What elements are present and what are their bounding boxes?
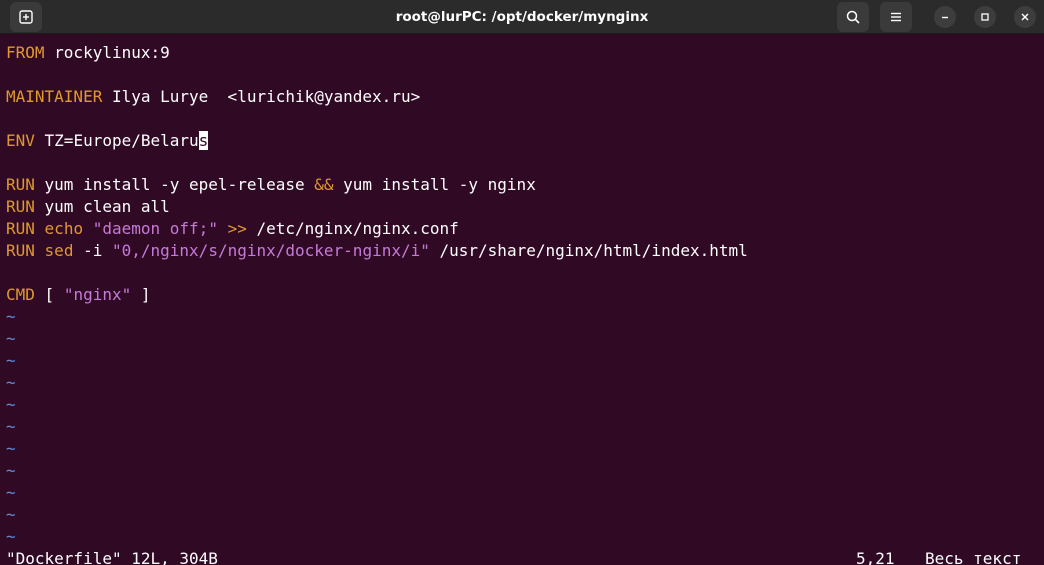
editor-line: RUN yum install -y epel-release && yum i… [6, 174, 536, 196]
empty-line-marker: ~ [6, 461, 16, 480]
line-text: [ [34, 285, 64, 304]
keyword: ENV [6, 131, 35, 150]
line-text [83, 219, 93, 238]
empty-line-marker: ~ [6, 505, 16, 524]
editor-line: MAINTAINER Ilya Lurye <lurichik@yandex.r… [6, 86, 420, 108]
status-file-info: "Dockerfile" 12L, 304B [6, 549, 218, 565]
editor-line: ENV TZ=Europe/Belarus [6, 130, 209, 152]
minimize-icon [942, 16, 948, 19]
empty-line-marker: ~ [6, 527, 16, 546]
line-text: rockylinux:9 [44, 43, 170, 62]
close-icon [1021, 13, 1029, 21]
keyword: RUN [6, 175, 35, 194]
status-scroll-position: Весь текст [925, 549, 1022, 565]
line-text: TZ=Europe/Belaru [34, 131, 199, 150]
operator: && [314, 175, 334, 194]
line-text [218, 219, 228, 238]
empty-line-marker: ~ [6, 395, 16, 414]
string-literal: "nginx" [63, 285, 132, 304]
status-cursor-position: 5,21 [856, 549, 895, 565]
hamburger-menu-icon [891, 12, 901, 22]
keyword: FROM [6, 43, 45, 62]
editor-line: RUN sed -i "0,/nginx/s/nginx/docker-ngin… [6, 240, 748, 262]
editor-line: RUN yum clean all [6, 196, 170, 218]
line-text: Ilya Lurye <lurichik@yandex.ru> [102, 87, 421, 106]
line-text: -i [73, 241, 112, 260]
line-text: /usr/share/nginx/html/index.html [429, 241, 748, 260]
empty-line-marker: ~ [6, 351, 16, 370]
editor-line: RUN echo "daemon off;" >> /etc/nginx/ngi… [6, 218, 459, 240]
header-bar: root@lurPC: /opt/docker/mynginx [0, 0, 1044, 34]
search-icon [846, 10, 860, 24]
line-text: yum install -y nginx [333, 175, 536, 194]
keyword: MAINTAINER [6, 87, 103, 106]
maximize-icon [981, 13, 989, 21]
empty-line-marker: ~ [6, 373, 16, 392]
editor-line: CMD [ "nginx" ] [6, 284, 151, 306]
keyword: RUN [6, 197, 35, 216]
empty-line-marker: ~ [6, 329, 16, 348]
line-text: yum clean all [34, 197, 170, 216]
new-tab-icon [19, 10, 33, 24]
operator: >> [227, 219, 247, 238]
text-cursor: s [198, 131, 209, 150]
empty-line-marker: ~ [6, 307, 16, 326]
close-button[interactable] [1014, 6, 1036, 28]
keyword: RUN [6, 241, 35, 260]
maximize-button[interactable] [974, 6, 996, 28]
line-text: yum install -y epel-release [34, 175, 315, 194]
terminal-content[interactable]: FROM rockylinux:9 MAINTAINER Ilya Lurye … [0, 40, 1044, 565]
line-text [35, 241, 45, 260]
editor-line: FROM rockylinux:9 [6, 42, 170, 64]
minimize-button[interactable] [934, 6, 956, 28]
string-literal: "daemon off;" [92, 219, 218, 238]
terminal-window: root@lurPC: /opt/docker/mynginx FROM roc… [0, 0, 1044, 565]
keyword: echo [44, 219, 84, 238]
keyword: sed [44, 241, 74, 260]
new-tab-button[interactable] [10, 2, 42, 32]
empty-line-marker: ~ [6, 439, 16, 458]
line-text [35, 219, 45, 238]
line-text: ] [131, 285, 151, 304]
keyword: RUN [6, 219, 35, 238]
menu-button[interactable] [880, 2, 912, 32]
search-button[interactable] [837, 2, 869, 32]
string-literal: "0,/nginx/s/nginx/docker-nginx/i" [111, 241, 430, 260]
keyword: CMD [6, 285, 35, 304]
empty-line-marker: ~ [6, 417, 16, 436]
line-text: /etc/nginx/nginx.conf [246, 219, 459, 238]
empty-line-marker: ~ [6, 483, 16, 502]
